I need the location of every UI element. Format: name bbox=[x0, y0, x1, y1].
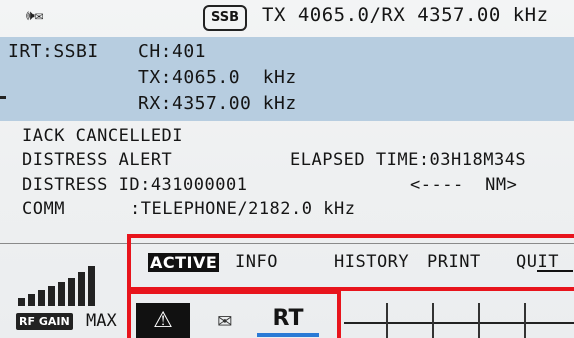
channel-panel: IRT:SSBI CH:401 TX:4065.0 kHz RX:4357.00… bbox=[0, 37, 574, 121]
call-source: IRT:SSBI bbox=[8, 41, 99, 62]
distance-nm: <---- NM> bbox=[410, 175, 518, 195]
menu-underline bbox=[537, 270, 573, 272]
softkey-grid-line bbox=[344, 322, 574, 324]
menu-print[interactable]: PRINT bbox=[427, 252, 481, 272]
mail-softkey[interactable]: ✉ bbox=[200, 303, 250, 338]
channel-number: CH:401 bbox=[138, 41, 207, 62]
speaker-envelope-icons: 🕪✉ bbox=[26, 8, 43, 24]
rf-gain-bar bbox=[88, 266, 95, 306]
menu-history[interactable]: HISTORY bbox=[334, 252, 409, 272]
menu-quit[interactable]: QUIT bbox=[516, 252, 559, 272]
tx-frequency: TX:4065.0 kHz bbox=[138, 67, 297, 88]
rf-gain-bar bbox=[28, 294, 35, 306]
softkey-grid-divider bbox=[386, 303, 388, 338]
softkey-grid-divider bbox=[432, 303, 434, 338]
rt-selected-underline bbox=[257, 333, 319, 337]
menu-active[interactable]: ACTIVE bbox=[148, 253, 220, 272]
rf-gain-bar bbox=[78, 272, 85, 306]
comm-value: :TELEPHONE/2182.0 kHz bbox=[130, 199, 356, 219]
rf-gain-bar bbox=[58, 282, 65, 306]
radio-display: 🕪✉ SSB TX 4065.0/RX 4357.00 kHz IRT:SSBI… bbox=[0, 0, 574, 338]
softkey-grid-divider bbox=[524, 303, 526, 338]
menu-info[interactable]: INFO bbox=[235, 252, 278, 272]
ack-status: IACK CANCELLEDI bbox=[22, 126, 184, 146]
elapsed-time: ELAPSED TIME:03H18M34S bbox=[290, 150, 527, 170]
rf-gain-bar bbox=[68, 278, 75, 306]
comm-label: COMM bbox=[22, 199, 65, 219]
rf-gain-badge: RF GAIN bbox=[16, 313, 73, 330]
rx-frequency: RX:4357.00 kHz bbox=[138, 93, 297, 114]
distress-alert-icon: ⚠ bbox=[153, 308, 173, 333]
softkey-grid-divider bbox=[478, 303, 480, 338]
speaker-icon: 🕪 bbox=[26, 8, 35, 24]
rf-gain-bar bbox=[48, 286, 55, 306]
status-bar: 🕪✉ SSB TX 4065.0/RX 4357.00 kHz bbox=[0, 0, 574, 36]
rf-gain-bar bbox=[18, 298, 25, 306]
distress-id: DISTRESS ID:431000001 bbox=[22, 175, 248, 195]
frequency-readout: TX 4065.0/RX 4357.00 kHz bbox=[262, 4, 549, 26]
mode-badge: SSB bbox=[203, 5, 248, 31]
distress-alert-softkey[interactable]: ⚠ bbox=[136, 303, 190, 338]
envelope-icon: ✉ bbox=[34, 8, 44, 24]
distress-alert-label: DISTRESS ALERT bbox=[22, 150, 173, 170]
rf-gain-bar bbox=[38, 290, 45, 306]
rf-gain-value: MAX bbox=[86, 311, 117, 331]
mail-icon: ✉ bbox=[217, 305, 233, 333]
panel-divider-mark bbox=[0, 96, 6, 99]
